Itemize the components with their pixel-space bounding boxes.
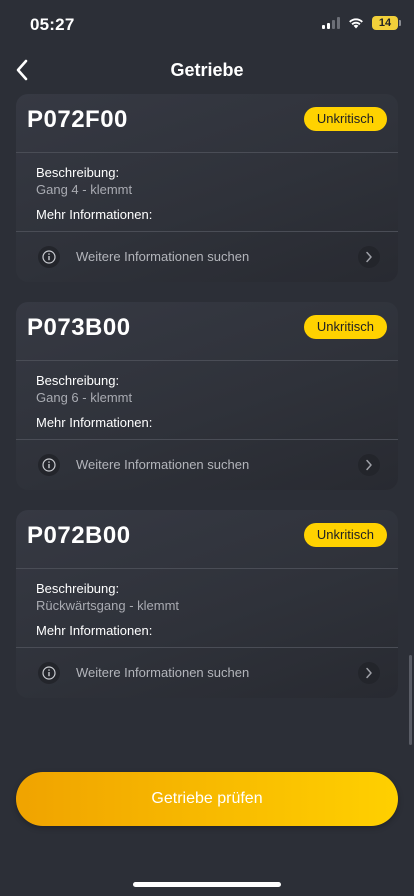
info-icon — [38, 246, 60, 268]
home-indicator[interactable] — [133, 882, 281, 887]
fault-code-list[interactable]: P072F00 Unkritisch Beschreibung: Gang 4 … — [0, 94, 414, 734]
chevron-right-icon[interactable] — [358, 662, 380, 684]
search-more-info-row[interactable]: Weitere Informationen suchen — [16, 232, 398, 282]
card-header: P072B00 Unkritisch — [16, 510, 398, 568]
fault-code: P072F00 — [27, 106, 128, 133]
description-value: Gang 4 - klemmt — [36, 182, 133, 197]
signal-icon — [322, 17, 340, 29]
more-info-label: Mehr Informationen: — [36, 415, 153, 430]
fault-code: P072B00 — [27, 522, 131, 549]
battery-icon: 14 — [372, 16, 401, 30]
card-body: Beschreibung: Gang 6 - klemmt Mehr Infor… — [16, 361, 398, 439]
search-more-info-row[interactable]: Weitere Informationen suchen — [16, 440, 398, 490]
card-body: Beschreibung: Rückwärtsgang - klemmt Meh… — [16, 569, 398, 647]
description-label: Beschreibung: — [36, 581, 120, 596]
more-info-label: Mehr Informationen: — [36, 207, 153, 222]
card-body: Beschreibung: Gang 4 - klemmt Mehr Infor… — [16, 153, 398, 231]
nav-bar: Getriebe — [0, 52, 414, 90]
fault-card: P073B00 Unkritisch Beschreibung: Gang 6 … — [16, 302, 398, 490]
status-icons: 14 — [322, 16, 401, 30]
severity-badge: Unkritisch — [303, 107, 387, 131]
search-more-info-label: Weitere Informationen suchen — [76, 457, 250, 472]
search-more-info-row[interactable]: Weitere Informationen suchen — [16, 648, 398, 698]
fault-card: P072F00 Unkritisch Beschreibung: Gang 4 … — [16, 94, 398, 282]
chevron-right-icon[interactable] — [358, 246, 380, 268]
description-value: Gang 6 - klemmt — [36, 390, 133, 405]
scrollbar[interactable] — [409, 655, 412, 745]
info-icon — [38, 662, 60, 684]
card-header: P072F00 Unkritisch — [16, 94, 398, 152]
search-more-info-label: Weitere Informationen suchen — [76, 249, 250, 264]
description-label: Beschreibung: — [36, 165, 120, 180]
chevron-right-icon[interactable] — [358, 454, 380, 476]
fault-code: P073B00 — [27, 314, 131, 341]
battery-level: 14 — [378, 17, 392, 29]
card-header: P073B00 Unkritisch — [16, 302, 398, 360]
info-icon — [38, 454, 60, 476]
wifi-icon — [349, 18, 363, 29]
more-info-label: Mehr Informationen: — [36, 623, 153, 638]
description-label: Beschreibung: — [36, 373, 120, 388]
check-transmission-button[interactable]: Getriebe prüfen — [16, 772, 398, 826]
status-time: 05:27 — [30, 15, 75, 34]
search-more-info-label: Weitere Informationen suchen — [76, 665, 250, 680]
description-value: Rückwärtsgang - klemmt — [36, 598, 180, 613]
severity-badge: Unkritisch — [303, 315, 387, 339]
fault-card: P072B00 Unkritisch Beschreibung: Rückwär… — [16, 510, 398, 698]
severity-badge: Unkritisch — [303, 523, 387, 547]
status-bar: 05:27 14 — [0, 0, 414, 48]
page-title: Getriebe — [170, 60, 244, 80]
